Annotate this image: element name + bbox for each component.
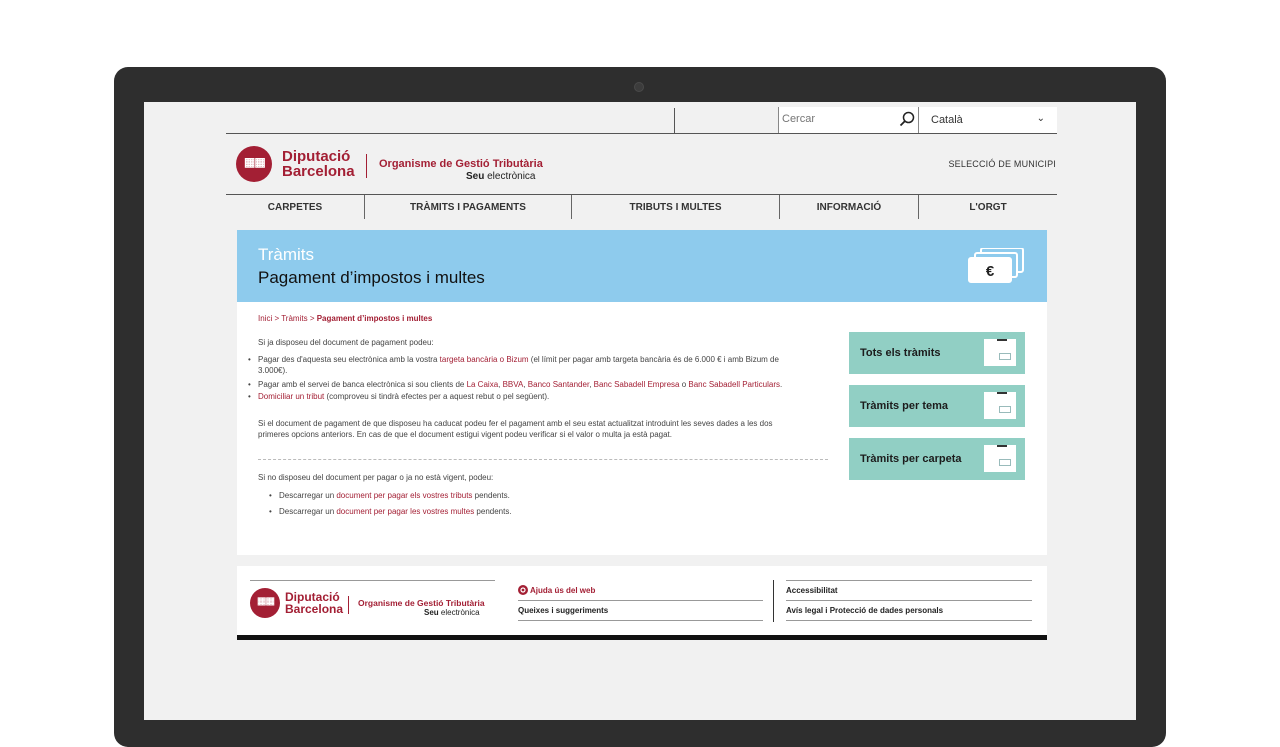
- card-bizum-link[interactable]: targeta bancària o Bizum: [440, 355, 529, 364]
- breadcrumb-sep: >: [307, 314, 317, 323]
- card-tramits-tema[interactable]: Tràmits per tema: [849, 385, 1025, 427]
- text: (comproveu si tindrà efectes per a aques…: [324, 392, 550, 401]
- footer-line: [786, 580, 1032, 581]
- nav-item-informacio[interactable]: INFORMACIÓ: [780, 195, 919, 219]
- brand-line-1: Diputació: [282, 148, 351, 165]
- nav-item-tramits[interactable]: TRÀMITS I PAGAMENTS: [365, 195, 572, 219]
- footer-line: [786, 620, 1032, 621]
- banner-kicker: Tràmits: [258, 245, 315, 264]
- text: Si el document de pagament de que dispos…: [258, 419, 773, 428]
- brand-line-2: Barcelona: [282, 163, 355, 180]
- text: Descarregar un: [279, 491, 337, 500]
- diputacio-logo-footer[interactable]: ▦▦: [250, 588, 280, 618]
- breadcrumb: Inici > Tràmits > Pagament d’impostos i …: [258, 314, 432, 323]
- text: (el límit per pagar amb targeta bancària…: [528, 355, 779, 364]
- nav-item-tributs[interactable]: TRIBUTS I MULTES: [572, 195, 780, 219]
- text: Descarregar un: [279, 507, 337, 516]
- webcam-icon: [634, 82, 644, 92]
- card-label: Tràmits per carpeta: [860, 453, 962, 465]
- browser-viewport: Català ⌄ ▦▦ Diputació Barcelona Organism…: [144, 102, 1136, 720]
- main-nav: CARPETES TRÀMITS I PAGAMENTS TRIBUTS I M…: [226, 195, 1057, 219]
- accessibility-link[interactable]: Accessibilitat: [786, 586, 838, 595]
- bank-link-lacaixa[interactable]: La Caixa: [467, 380, 499, 389]
- bank-link-santander[interactable]: Banco Santander: [528, 380, 589, 389]
- footer-seu: Seu electrònica: [424, 608, 480, 617]
- footer-line: [518, 600, 763, 601]
- breadcrumb-home[interactable]: Inici: [258, 314, 272, 323]
- bank-link-bbva[interactable]: BBVA: [503, 380, 524, 389]
- footer-brand-name: Diputació Barcelona: [285, 591, 343, 615]
- help-link[interactable]: Ajuda ús del web: [530, 586, 595, 595]
- seu-rest: electrònica: [438, 608, 480, 617]
- municipi-select-link[interactable]: SELECCIÓ DE MUNICIPI: [948, 159, 1056, 169]
- text: Pagar amb el servei de banca electrònica…: [258, 380, 467, 389]
- expired-doc-text: Si el document de pagament de que dispos…: [258, 418, 838, 440]
- page-banner: Tràmits Pagament d’impostos i multes €: [237, 230, 1047, 302]
- footer-column-divider: [773, 580, 774, 622]
- breadcrumb-current: Pagament d’impostos i multes: [316, 314, 433, 323]
- nav-item-carpetes[interactable]: CARPETES: [226, 195, 365, 219]
- euro-symbol: €: [986, 263, 995, 280]
- nav-item-orgt[interactable]: L'ORGT: [919, 195, 1057, 219]
- help-icon: [518, 585, 528, 595]
- bank-link-sabadell-empresa[interactable]: Banc Sabadell Empresa: [594, 380, 680, 389]
- document-icon: [984, 339, 1016, 366]
- text: Pagar des d'aquesta seu electrònica amb …: [258, 355, 440, 364]
- seu-bold: Seu: [466, 171, 485, 182]
- breadcrumb-sep: >: [272, 314, 282, 323]
- main-content: Inici > Tràmits > Pagament d’impostos i …: [237, 302, 1047, 555]
- text: primeres opcions anteriors. En cas de qu…: [258, 430, 672, 439]
- domiciliar-link[interactable]: Domiciliar un tribut: [258, 392, 324, 401]
- tributs-doc-link[interactable]: document per pagar els vostres tributs: [336, 491, 472, 500]
- list-item: Pagar amb el servei de banca electrònica…: [248, 379, 838, 390]
- footer-line: [518, 620, 763, 621]
- bank-link-sabadell-particulars[interactable]: Banc Sabadell Particulars: [688, 380, 780, 389]
- text: pendents.: [474, 507, 512, 516]
- topbar-line: [226, 133, 1057, 134]
- search-box[interactable]: [778, 107, 919, 133]
- list-item: Descarregar un document per pagar les vo…: [269, 506, 512, 517]
- text: 3.000€).: [258, 366, 288, 375]
- money-stack-icon: €: [968, 248, 1024, 283]
- section-divider: [258, 459, 828, 460]
- footer-line: [786, 600, 1032, 601]
- document-icon: [984, 392, 1016, 419]
- page-title: Pagament d’impostos i multes: [258, 268, 485, 287]
- footer-divider: [348, 596, 349, 614]
- language-select[interactable]: Català ⌄: [918, 107, 1057, 133]
- list-item: Pagar des d'aquesta seu electrònica amb …: [248, 354, 828, 376]
- card-tramits-carpeta[interactable]: Tràmits per carpeta: [849, 438, 1025, 480]
- org-name: Organisme de Gestió Tributària: [379, 158, 543, 170]
- seu-bold: Seu: [424, 608, 439, 617]
- diputacio-logo[interactable]: ▦▦: [236, 146, 272, 182]
- card-tots-tramits[interactable]: Tots els tràmits: [849, 332, 1025, 374]
- list-item: Domiciliar un tribut (comproveu si tindr…: [248, 391, 828, 402]
- card-label: Tràmits per tema: [860, 400, 949, 412]
- text: pendents.: [472, 491, 510, 500]
- intro-text: Si ja disposeu del document de pagament …: [258, 338, 434, 347]
- language-selected: Català: [931, 114, 963, 126]
- chevron-down-icon: ⌄: [1036, 113, 1045, 124]
- brand-line-2: Barcelona: [285, 602, 344, 616]
- seu-rest: electrònica: [484, 171, 536, 182]
- footer-line: [250, 580, 495, 581]
- footer-org-name: Organisme de Gestió Tributària: [358, 598, 485, 608]
- seu-electronica: Seu electrònica: [466, 171, 535, 182]
- topbar-divider: [674, 108, 675, 133]
- breadcrumb-tramits[interactable]: Tràmits: [281, 314, 307, 323]
- list-item: Descarregar un document per pagar els vo…: [269, 490, 510, 501]
- header-divider: [366, 154, 367, 178]
- document-icon: [984, 445, 1016, 472]
- complaints-link[interactable]: Queixes i suggeriments: [518, 606, 608, 615]
- legal-link[interactable]: Avís legal i Protecció de dades personal…: [786, 606, 943, 615]
- brand-name: Diputació Barcelona: [282, 149, 355, 179]
- page-footer: ▦▦ Diputació Barcelona Organisme de Gest…: [237, 566, 1047, 640]
- footer-bottom-bar: [237, 635, 1047, 640]
- search-icon[interactable]: [899, 111, 915, 127]
- multes-doc-link[interactable]: document per pagar les vostres multes: [336, 507, 474, 516]
- no-doc-text: Si no disposeu del document per pagar o …: [258, 473, 494, 482]
- search-input[interactable]: [779, 107, 892, 131]
- card-label: Tots els tràmits: [860, 347, 941, 359]
